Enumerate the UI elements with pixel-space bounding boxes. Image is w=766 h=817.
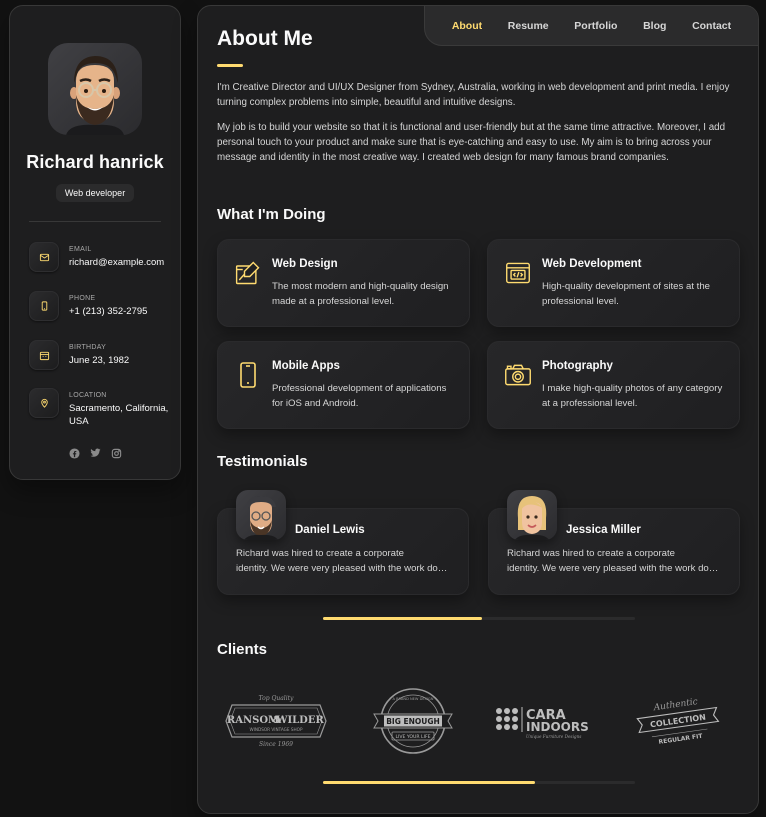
services-heading: What I'm Doing	[217, 206, 326, 223]
mail-icon	[29, 242, 59, 272]
top-navbar: About Resume Portfolio Blog Contact	[424, 6, 758, 46]
about-paragraph-1: I'm Creative Director and UI/UX Designer…	[217, 82, 730, 108]
testimonial-text-line: Richard was hired to create a corporate	[507, 548, 675, 559]
testimonial-text: Richard was hired to create a corporate …	[236, 546, 451, 576]
clients-scrollbar-thumb[interactable]	[323, 781, 536, 784]
twitter-icon[interactable]	[89, 447, 101, 459]
contact-location-value: Sacramento, California, USA	[69, 403, 169, 427]
location-icon	[29, 388, 59, 418]
clients-heading: Clients	[217, 641, 268, 658]
avatar	[236, 490, 286, 540]
profile-name: Richard hanrick	[26, 152, 164, 172]
facebook-icon[interactable]	[68, 447, 80, 459]
title-underline	[217, 64, 243, 67]
contact-birthday-label: Birthday	[69, 344, 107, 351]
contact-email-value[interactable]: richard@example.com	[69, 256, 169, 269]
sidebar-separator	[29, 221, 161, 222]
phone-icon	[29, 291, 59, 321]
service-title: Web Development	[542, 258, 642, 270]
social-links	[10, 447, 180, 459]
logo-text: Top Quality	[259, 695, 295, 702]
calendar-icon	[29, 340, 59, 370]
avatar	[48, 43, 142, 135]
clients-scrollbar[interactable]	[323, 781, 635, 784]
mobile-icon	[234, 361, 262, 389]
profile-title-badge: Web developer	[56, 184, 134, 202]
contact-location-label: Location	[69, 392, 107, 399]
service-text: High-quality development of sites at the…	[542, 281, 710, 307]
service-text: The most modern and high-quality design …	[272, 281, 449, 307]
service-card-photography: Photography I make high-quality photos o…	[487, 341, 740, 429]
nav-portfolio[interactable]: Portfolio	[574, 20, 617, 32]
service-text: Professional development of applications…	[272, 383, 447, 409]
service-card-web-development: Web Development High-quality development…	[487, 239, 740, 327]
contact-phone-label: Phone	[69, 295, 96, 302]
logo-text: RANSOM	[227, 715, 279, 726]
client-logo-cara-indoors[interactable]: CARA INDOORS Unique Furniture Designs	[491, 686, 601, 756]
client-logo-authentic-collection[interactable]: Authentic COLLECTION REGULAR FIT	[628, 686, 728, 756]
logo-text: Since 1969	[259, 741, 293, 748]
code-icon	[504, 259, 532, 287]
logo-text: WILDER	[275, 715, 324, 726]
logo-text: BIG ENOUGH	[386, 717, 440, 726]
client-logo-big-enough[interactable]: A BRAND NEW DESIGN BIG ENOUGH LIVE YOUR …	[358, 686, 468, 756]
contact-birthday-value: June 23, 1982	[69, 355, 130, 366]
testimonial-text: Richard was hired to create a corporate …	[507, 546, 722, 576]
contact-email-label: Email	[69, 246, 92, 253]
about-paragraph-2: My job is to build your website so that …	[217, 122, 726, 163]
service-title: Photography	[542, 360, 613, 372]
client-logo-ransom-wilder[interactable]: Top Quality RANSOM & WILDER WINDSOR VINT…	[220, 686, 332, 756]
logo-text: INDOORS	[526, 720, 589, 734]
nav-resume[interactable]: Resume	[508, 20, 549, 32]
nav-about[interactable]: About	[452, 20, 482, 32]
testimonial-name: Daniel Lewis	[295, 524, 365, 536]
nav-contact[interactable]: Contact	[692, 20, 731, 32]
logo-text: LIVE YOUR LIFE	[395, 734, 430, 740]
contact-phone-value[interactable]: +1 (213) 352-2795	[69, 305, 169, 318]
instagram-icon[interactable]	[110, 447, 122, 459]
service-title: Web Design	[272, 258, 338, 270]
avatar	[507, 490, 557, 540]
testimonial-text-line: Richard was hired to create a corporate	[236, 548, 404, 559]
service-card-mobile-apps: Mobile Apps Professional development of …	[217, 341, 470, 429]
service-card-web-design: Web Design The most modern and high-qual…	[217, 239, 470, 327]
testimonial-text-line: identity. We were very pleased with the …	[507, 563, 722, 574]
logo-text: A BRAND NEW DESIGN	[393, 697, 434, 701]
testimonials-heading: Testimonials	[217, 453, 308, 470]
logo-text: Unique Furniture Designs	[526, 734, 581, 739]
sidebar: Richard hanrick Web developer Email rich…	[9, 5, 181, 480]
design-icon	[234, 259, 262, 287]
nav-blog[interactable]: Blog	[643, 20, 666, 32]
page-title: About Me	[217, 27, 313, 50]
service-text: I make high-quality photos of any catego…	[542, 383, 723, 409]
testimonials-scrollbar-thumb[interactable]	[323, 617, 483, 620]
camera-icon	[504, 361, 532, 389]
testimonial-text-line: identity. We were very pleased with the …	[236, 563, 451, 574]
main-content: About Resume Portfolio Blog Contact Abou…	[197, 5, 759, 814]
testimonial-name: Jessica Miller	[566, 524, 641, 536]
testimonials-scrollbar[interactable]	[323, 617, 635, 620]
service-title: Mobile Apps	[272, 360, 340, 372]
logo-text: WINDSOR VINTAGE SHOP	[249, 727, 303, 732]
